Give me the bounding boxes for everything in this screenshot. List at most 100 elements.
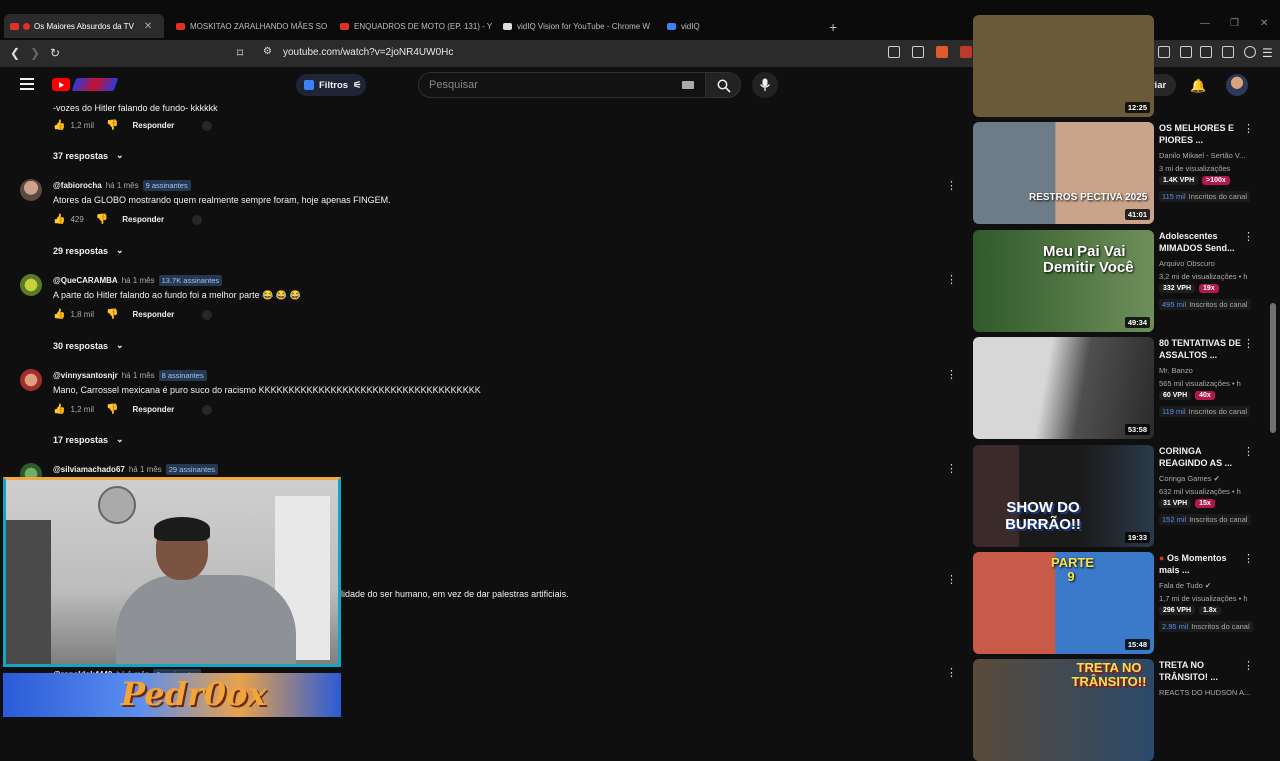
- replies-toggle[interactable]: 30 respostas ⌄: [53, 340, 124, 351]
- scrollbar-thumb[interactable]: [1270, 303, 1276, 433]
- shield-icon[interactable]: [1244, 46, 1256, 58]
- video-title[interactable]: ● Os Momentos mais ...: [1159, 552, 1247, 576]
- search-input[interactable]: Pesquisar: [418, 72, 706, 98]
- forward-icon[interactable]: ❯: [30, 46, 40, 60]
- video-thumbnail[interactable]: 12:25: [973, 15, 1154, 117]
- page-scrollbar[interactable]: [1270, 103, 1276, 703]
- back-icon[interactable]: ❮: [10, 46, 20, 60]
- comment-author[interactable]: @fabiorocha: [53, 181, 102, 190]
- vidiq-filters-button[interactable]: Filtros ⚟: [296, 74, 366, 96]
- comment-time[interactable]: há 1 mês: [106, 181, 139, 190]
- more-options-icon[interactable]: ⋮: [946, 573, 957, 586]
- voice-search-button[interactable]: [752, 72, 778, 98]
- tab-1[interactable]: Os Maiores Absurdos da TV ✕: [4, 14, 164, 38]
- reload-icon[interactable]: ↻: [50, 46, 60, 60]
- video-channel[interactable]: Danilo Mikael - Sertão V...: [1159, 151, 1245, 160]
- minimize-icon[interactable]: —: [1200, 18, 1210, 29]
- more-options-icon[interactable]: ⋮: [946, 179, 957, 192]
- tab-2[interactable]: MOSKITAO ZARALHANDO MÃES SO: [176, 14, 327, 38]
- cast-icon[interactable]: [888, 46, 900, 58]
- site-info-icon[interactable]: ⚙: [263, 46, 272, 57]
- reply-button[interactable]: Responder: [122, 215, 164, 224]
- comment-author[interactable]: @vinnysantosnjr: [53, 371, 118, 380]
- more-options-icon[interactable]: ⋮: [946, 273, 957, 286]
- youtube-logo[interactable]: [52, 78, 70, 91]
- video-title[interactable]: TRETA NO TRÂNSITO! ...: [1159, 659, 1247, 683]
- more-options-icon[interactable]: ⋮: [1243, 230, 1254, 243]
- comment-author[interactable]: @QueCARAMBA: [53, 276, 118, 285]
- share-icon[interactable]: [912, 46, 924, 58]
- avatar[interactable]: [20, 179, 42, 201]
- vidiq-comment-icon[interactable]: [202, 309, 213, 320]
- dislike-icon[interactable]: 👎: [106, 404, 118, 415]
- close-tab-icon[interactable]: ✕: [144, 21, 152, 32]
- replies-toggle[interactable]: 37 respostas ⌄: [53, 150, 124, 161]
- video-channel[interactable]: Arquivo Obscuro: [1159, 259, 1215, 268]
- vidiq-comment-icon[interactable]: [202, 120, 213, 131]
- more-options-icon[interactable]: ⋮: [1243, 337, 1254, 350]
- wallet-icon[interactable]: [1200, 46, 1212, 58]
- video-title[interactable]: CORINGA REAGINDO AS ...: [1159, 445, 1247, 469]
- like-icon[interactable]: 👍: [53, 214, 65, 225]
- hamburger-menu-icon[interactable]: [20, 78, 34, 93]
- like-icon[interactable]: 👍: [53, 404, 65, 415]
- avatar[interactable]: [20, 369, 42, 391]
- url-field[interactable]: youtube.com/watch?v=2joNR4UW0Hc: [283, 47, 453, 58]
- account-avatar[interactable]: [1226, 74, 1248, 96]
- more-options-icon[interactable]: ⋮: [1243, 122, 1254, 135]
- replies-toggle[interactable]: 29 respostas ⌄: [53, 245, 124, 256]
- dislike-icon[interactable]: 👎: [106, 309, 118, 320]
- more-options-icon[interactable]: ⋮: [946, 368, 957, 381]
- video-channel[interactable]: Fala de Tudo ✔: [1159, 581, 1211, 590]
- comment-time[interactable]: há 1 mês: [122, 371, 155, 380]
- video-thumbnail[interactable]: SHOW DO BURRÃO!! 19:33: [973, 445, 1154, 547]
- more-options-icon[interactable]: ⋮: [1243, 659, 1254, 672]
- comment-author[interactable]: @silviamachado67: [53, 465, 125, 474]
- dislike-icon[interactable]: 👎: [96, 214, 108, 225]
- more-options-icon[interactable]: ⋮: [946, 666, 957, 679]
- keyboard-icon[interactable]: [682, 81, 694, 89]
- video-thumbnail[interactable]: TRETA NO TRÂNSITO!!: [973, 659, 1154, 761]
- comment-time[interactable]: há 1 mês: [129, 465, 162, 474]
- like-icon[interactable]: 👍: [53, 309, 65, 320]
- reading-list-icon[interactable]: [1158, 46, 1170, 58]
- video-thumbnail[interactable]: RESTROS PECTIVA 2025 41:01: [973, 122, 1154, 224]
- custom-logo-art: [71, 78, 119, 91]
- tab-3[interactable]: ENQUADROS DE MOTO (EP. 131) - Y: [340, 14, 492, 38]
- search-button[interactable]: [705, 72, 741, 98]
- like-icon[interactable]: 👍: [53, 120, 65, 131]
- rewards-icon[interactable]: [960, 46, 972, 58]
- video-thumbnail[interactable]: PARTE 9 15:48: [973, 552, 1154, 654]
- video-channel[interactable]: Coringa Games ✔: [1159, 474, 1220, 483]
- sidebar-icon[interactable]: [1180, 46, 1192, 58]
- comment-time[interactable]: há 1 mês: [122, 276, 155, 285]
- vpn-icon[interactable]: [1222, 46, 1234, 58]
- notifications-bell-icon[interactable]: 🔔: [1190, 78, 1206, 94]
- new-tab-button[interactable]: +: [829, 19, 837, 35]
- vidiq-comment-icon[interactable]: [192, 214, 203, 225]
- video-title[interactable]: Adolescentes MIMADOS Send...: [1159, 230, 1247, 254]
- brave-shield-icon[interactable]: [936, 46, 948, 58]
- video-title[interactable]: 80 TENTATIVAS DE ASSALTOS ...: [1159, 337, 1247, 361]
- more-options-icon[interactable]: ⋮: [1243, 552, 1254, 565]
- video-channel[interactable]: REACTS DO HUDSON A...: [1159, 688, 1250, 697]
- vidiq-comment-icon[interactable]: [202, 404, 213, 415]
- menu-icon[interactable]: ☰: [1262, 46, 1273, 60]
- video-thumbnail[interactable]: Meu Pai Vai Demitir Você 49:34: [973, 230, 1154, 332]
- maximize-icon[interactable]: ❐: [1230, 18, 1239, 29]
- reply-button[interactable]: Responder: [132, 310, 174, 319]
- video-thumbnail[interactable]: 53:58: [973, 337, 1154, 439]
- reply-button[interactable]: Responder: [132, 121, 174, 130]
- close-window-icon[interactable]: ✕: [1260, 18, 1268, 29]
- tab-4[interactable]: vidIQ Vision for YouTube - Chrome W: [503, 14, 650, 38]
- reply-button[interactable]: Responder: [132, 405, 174, 414]
- avatar[interactable]: [20, 274, 42, 296]
- dislike-icon[interactable]: 👎: [106, 120, 118, 131]
- video-channel[interactable]: Mr. Banzo: [1159, 366, 1193, 375]
- more-options-icon[interactable]: ⋮: [946, 462, 957, 475]
- more-options-icon[interactable]: ⋮: [1243, 445, 1254, 458]
- bookmark-icon[interactable]: ⌑: [237, 46, 243, 60]
- replies-toggle[interactable]: 17 respostas ⌄: [53, 434, 124, 445]
- video-title[interactable]: OS MELHORES E PIORES ...: [1159, 122, 1247, 146]
- tab-5[interactable]: vidIQ: [667, 14, 700, 38]
